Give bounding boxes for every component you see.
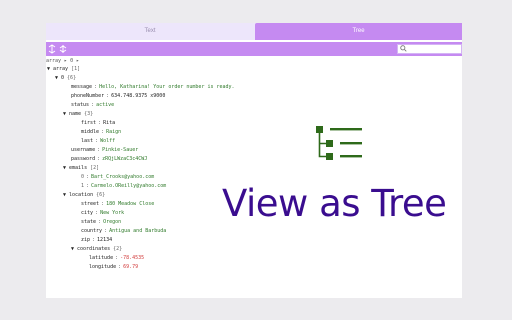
tree-leaf-password[interactable]: password: zRQjLWzaC3c4CWJ <box>71 155 147 163</box>
tree-node-location[interactable]: ▼ location {6} <box>63 191 105 199</box>
tree-key: phoneNumber <box>71 93 105 99</box>
json-viewer-window: Text Tree array ▸ 0 ▸ ▼ array [1] ▼ 0 {6} … <box>46 23 462 298</box>
tree-count: {3} <box>84 111 94 117</box>
tree-key: city <box>81 210 94 216</box>
tree-value: Hello, Katharina! Your order number is r… <box>99 84 235 90</box>
caret-down-icon[interactable]: ▼ <box>47 66 50 72</box>
tree-node-emails[interactable]: ▼ emails [2] <box>63 164 99 172</box>
caret-down-icon[interactable]: ▼ <box>63 165 66 171</box>
tree-leaf-email1[interactable]: 1: Carmelo.OReilly@yahoo.com <box>81 182 166 190</box>
caret-down-icon[interactable]: ▼ <box>63 111 66 117</box>
toolbar <box>46 42 462 56</box>
tree-value: Wolff <box>100 138 116 144</box>
tree-key: longitude <box>89 264 117 270</box>
tree-leaf-latitude[interactable]: latitude: -78.4535 <box>89 254 144 262</box>
tree-key: last <box>81 138 94 144</box>
tree-key: location <box>69 192 94 198</box>
tree-structure-icon <box>316 126 362 160</box>
tree-leaf-longitude[interactable]: longitude:69.79 <box>89 263 138 271</box>
tree-key: status <box>71 102 90 108</box>
tree-leaf-street[interactable]: street:180 Meadow Close <box>81 200 154 208</box>
tree-node-item0[interactable]: ▼ 0 {6} <box>55 74 76 82</box>
caret-down-icon[interactable]: ▼ <box>55 75 58 81</box>
tree-node-name[interactable]: ▼ name {3} <box>63 110 93 118</box>
tree-value: 634.748.9375 x9000 <box>111 93 166 99</box>
tree-key: 0 <box>61 75 65 81</box>
collapse-icon[interactable] <box>47 44 57 54</box>
tree-key: emails <box>69 165 88 171</box>
tree-count: [1] <box>71 66 81 72</box>
tree-value: active <box>96 102 115 108</box>
tree-value: Rita <box>103 120 116 126</box>
tree-leaf-last[interactable]: last: Wolff <box>81 137 115 145</box>
tree-leaf-city[interactable]: city: New York <box>81 209 124 217</box>
tree-leaf-zip[interactable]: zip:12134 <box>81 236 112 244</box>
tree-key: first <box>81 120 97 126</box>
tree-count: {6} <box>67 75 77 81</box>
tree-key: coordinates <box>77 246 111 252</box>
tree-value: -78.4535 <box>120 255 145 261</box>
tree-key: zip <box>81 237 91 243</box>
tree-leaf-middle[interactable]: middle: Raign <box>81 128 121 136</box>
tree-value: 12134 <box>97 237 113 243</box>
tree-key: username <box>71 147 96 153</box>
tree-node-coordinates[interactable]: ▼ coordinates {2} <box>71 245 122 253</box>
tree-count: {6} <box>96 192 106 198</box>
tree-key: 0 <box>81 174 85 180</box>
caret-down-icon[interactable]: ▼ <box>63 192 66 198</box>
tree-value: Pinkie-Sauer <box>102 147 139 153</box>
tree-value: 69.79 <box>123 264 139 270</box>
tree-value: 180 Meadow Close <box>106 201 155 207</box>
tree-value: Carmelo.OReilly@yahoo.com <box>91 183 167 189</box>
tree-value: Raign <box>106 129 122 135</box>
search-icon <box>400 45 407 56</box>
tree-count: [2] <box>90 165 100 171</box>
tree-leaf-state[interactable]: state: Oregon <box>81 218 121 226</box>
tab-tree[interactable]: Tree <box>255 23 462 40</box>
tree-leaf-country[interactable]: country: Antigua and Barbuda <box>81 227 166 235</box>
tree-value: zRQjLWzaC3c4CWJ <box>102 156 148 162</box>
tree-key: street <box>81 201 100 207</box>
tree-leaf-phone[interactable]: phoneNumber:634.748.9375 x9000 <box>71 92 165 100</box>
promo-title: View as Tree <box>222 182 447 225</box>
tree-node-root[interactable]: ▼ array [1] <box>47 65 80 73</box>
tree-key: message <box>71 84 93 90</box>
tree-value: New York <box>100 210 125 216</box>
tree-count: {2} <box>113 246 123 252</box>
tree-value: Bart_Crooks@yahoo.com <box>91 174 155 180</box>
tree-key: middle <box>81 129 100 135</box>
tree-key: latitude <box>89 255 114 261</box>
tree-leaf-first[interactable]: first: Rita <box>81 119 115 127</box>
tree-value: Antigua and Barbuda <box>109 228 167 234</box>
tab-text[interactable]: Text <box>46 23 254 40</box>
tree-leaf-username[interactable]: username: Pinkie-Sauer <box>71 146 138 154</box>
tree-key: country <box>81 228 103 234</box>
expand-icon[interactable] <box>58 44 68 54</box>
tree-key: name <box>69 111 82 117</box>
tree-key: state <box>81 219 97 225</box>
tree-key: array <box>53 66 69 72</box>
search-input[interactable] <box>397 44 462 54</box>
tree-key: 1 <box>81 183 85 189</box>
tree-value: Oregon <box>103 219 122 225</box>
tree-key: password <box>71 156 96 162</box>
view-tabs: Text Tree <box>46 23 462 40</box>
tree-leaf-status[interactable]: status: active <box>71 101 114 109</box>
tree-leaf-message[interactable]: message: Hello, Katharina! Your order num… <box>71 83 235 91</box>
caret-down-icon[interactable]: ▼ <box>71 246 74 252</box>
tree-leaf-email0[interactable]: 0: Bart_Crooks@yahoo.com <box>81 173 154 181</box>
